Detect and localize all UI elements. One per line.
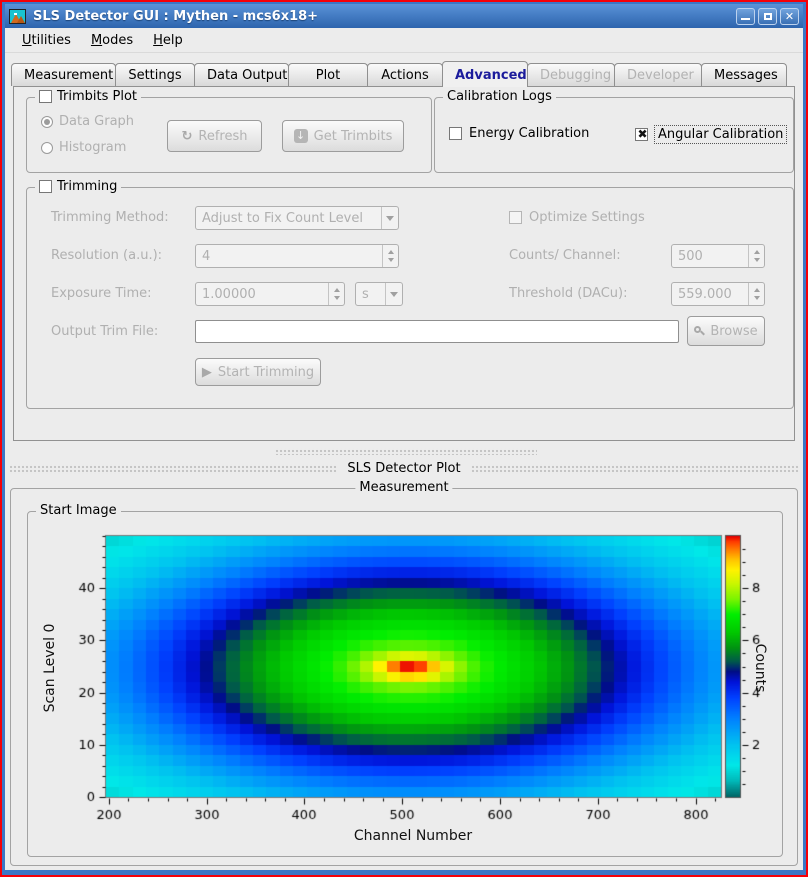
optimize-settings-label: Optimize Settings: [529, 210, 645, 225]
application-window: SLS Detector GUI : Mythen - mcs6x18+ ✕ U…: [5, 4, 803, 870]
histogram-label: Histogram: [59, 140, 126, 155]
exposure-time-label: Exposure Time:: [51, 286, 152, 301]
app-mountain-icon: [9, 9, 26, 24]
tab-debugging[interactable]: Debugging: [527, 63, 615, 86]
spin-up-icon[interactable]: [754, 250, 760, 254]
spin-up-icon[interactable]: [388, 250, 394, 254]
menu-utilities[interactable]: Utilities: [13, 30, 80, 51]
dock-texture-right: [471, 464, 799, 474]
tab-developer[interactable]: Developer: [614, 63, 702, 86]
download-icon: ↓: [294, 129, 308, 143]
output-trim-file-label: Output Trim File:: [51, 324, 158, 339]
exposure-unit-combo[interactable]: s: [355, 282, 403, 306]
start-image-title: Start Image: [40, 503, 117, 518]
advanced-tab-panel: Trimbits Plot Data Graph Histogram ↻ Ref…: [13, 86, 795, 441]
menubar: Utilities Modes Help: [5, 28, 803, 53]
exposure-time-spinbox[interactable]: 1.00000: [195, 282, 345, 306]
close-icon: ✕: [781, 10, 798, 24]
measurement-title: Measurement: [359, 480, 448, 495]
spin-down-icon[interactable]: [334, 296, 340, 300]
energy-calibration-checkbox[interactable]: [449, 127, 462, 140]
counts-channel-spinbox[interactable]: 500: [671, 244, 765, 268]
angular-calibration-label: Angular Calibration: [655, 126, 786, 143]
x-axis-label: Channel Number: [28, 828, 798, 844]
maximize-button[interactable]: [758, 8, 777, 25]
chevron-down-icon: [390, 292, 398, 297]
spin-up-icon[interactable]: [334, 288, 340, 292]
counts-channel-label: Counts/ Channel:: [509, 248, 621, 263]
colorbar-label: Counts: [752, 636, 768, 700]
spin-up-icon[interactable]: [754, 288, 760, 292]
threshold-label: Threshold (DACu):: [509, 286, 628, 301]
trimming-checkbox[interactable]: [39, 180, 52, 193]
trimbits-plot-group: Trimbits Plot Data Graph Histogram ↻ Ref…: [26, 97, 432, 173]
tab-messages[interactable]: Messages: [701, 63, 787, 86]
tab-measurement[interactable]: Measurement: [11, 63, 116, 86]
trimming-method-label: Trimming Method:: [51, 210, 169, 225]
menu-help[interactable]: Help: [144, 30, 192, 51]
window-title: SLS Detector GUI : Mythen - mcs6x18+: [33, 9, 318, 24]
dock-texture-left: [9, 464, 337, 474]
start-trimming-button[interactable]: ▶ Start Trimming: [195, 358, 321, 386]
start-image-group: Start Image Scan Level 0 Counts Channel …: [27, 511, 783, 857]
tab-bar: Measurement Settings Data Output Plot Ac…: [5, 53, 803, 86]
angular-calibration-checkbox[interactable]: ✖: [635, 128, 648, 141]
calibration-logs-group: Calibration Logs Energy Calibration ✖ An…: [434, 97, 794, 173]
spin-down-icon[interactable]: [754, 258, 760, 262]
y-axis-label: Scan Level 0: [42, 603, 58, 733]
data-graph-label: Data Graph: [59, 114, 134, 129]
output-trim-file-input[interactable]: [195, 320, 679, 343]
magnifier-icon: [694, 326, 704, 336]
tab-plot[interactable]: Plot: [288, 63, 368, 86]
screenshot-frame: SLS Detector GUI : Mythen - mcs6x18+ ✕ U…: [0, 0, 808, 877]
calibration-logs-title: Calibration Logs: [447, 89, 552, 104]
data-graph-radio[interactable]: [41, 116, 53, 128]
dock-area: SLS Detector Plot: [5, 441, 803, 483]
tab-settings[interactable]: Settings: [115, 63, 195, 86]
tab-advanced[interactable]: Advanced: [442, 61, 528, 87]
measurement-group: Measurement Start Image Scan Level 0 Cou…: [10, 488, 798, 866]
trimbits-plot-title: Trimbits Plot: [57, 89, 137, 104]
threshold-spinbox[interactable]: 559.000: [671, 282, 765, 306]
chevron-down-icon: [386, 216, 394, 221]
heatmap-plot-canvas[interactable]: [58, 530, 768, 830]
plot-dock-titlebar[interactable]: SLS Detector Plot: [9, 461, 799, 476]
spin-down-icon[interactable]: [388, 258, 394, 262]
titlebar[interactable]: SLS Detector GUI : Mythen - mcs6x18+ ✕: [5, 4, 803, 28]
trimming-group: Trimming Trimming Method: Adjust to Fix …: [26, 187, 794, 409]
energy-calibration-label: Energy Calibration: [469, 126, 589, 141]
browse-button[interactable]: Browse: [687, 316, 765, 346]
window-content: Utilities Modes Help Measurement Setting…: [5, 28, 803, 870]
splitter-handle[interactable]: [275, 448, 537, 455]
menu-modes[interactable]: Modes: [82, 30, 142, 51]
play-icon: ▶: [202, 365, 212, 380]
trimbits-plot-checkbox[interactable]: [39, 90, 52, 103]
tab-data-output[interactable]: Data Output: [194, 63, 289, 86]
histogram-radio[interactable]: [41, 142, 53, 154]
optimize-settings-checkbox[interactable]: [509, 211, 522, 224]
trimming-method-combo[interactable]: Adjust to Fix Count Level: [195, 206, 399, 230]
trimming-title: Trimming: [57, 179, 117, 194]
checkbox-cross-icon: ✖: [636, 127, 649, 141]
close-button[interactable]: ✕: [780, 8, 799, 25]
resolution-label: Resolution (a.u.):: [51, 248, 162, 263]
get-trimbits-button[interactable]: ↓ Get Trimbits: [282, 120, 404, 152]
maximize-icon: [764, 13, 772, 20]
minimize-icon: [741, 18, 750, 20]
refresh-icon: ↻: [182, 129, 193, 144]
tab-actions[interactable]: Actions: [367, 63, 443, 86]
plot-dock-title: SLS Detector Plot: [347, 461, 460, 476]
refresh-button[interactable]: ↻ Refresh: [167, 120, 262, 152]
spin-down-icon[interactable]: [754, 296, 760, 300]
resolution-spinbox[interactable]: 4: [195, 244, 399, 268]
minimize-button[interactable]: [736, 8, 755, 25]
